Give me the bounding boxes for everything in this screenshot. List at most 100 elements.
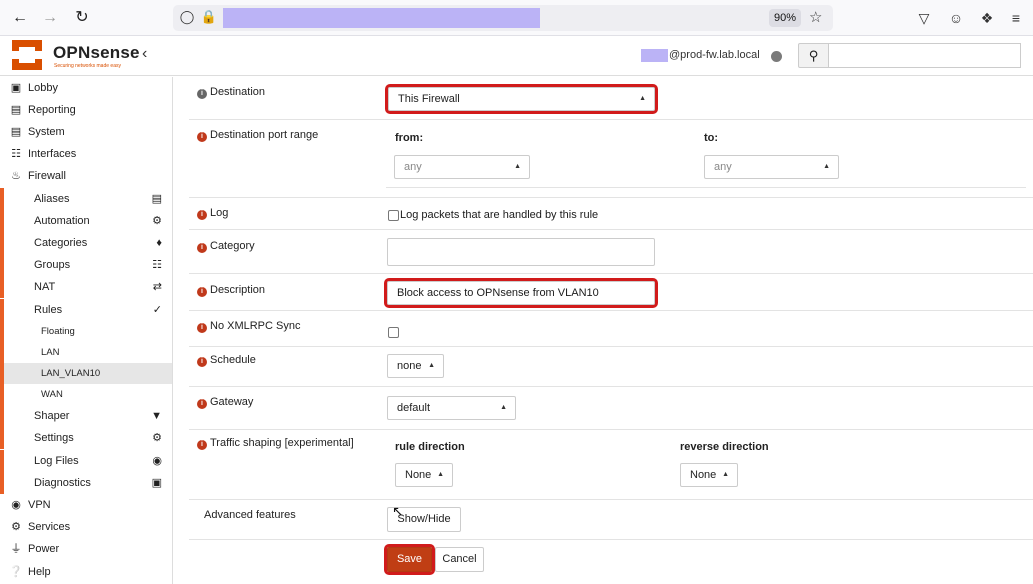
info-icon[interactable]: i [197, 323, 207, 333]
sidebar-item-log-files[interactable]: Log Files ◉ [0, 450, 172, 472]
hostname: @prod-fw.lab.local [669, 49, 760, 61]
sidebar-item-label: Categories [34, 237, 88, 249]
row-category: i Category [189, 230, 1033, 274]
sidebar-item-groups[interactable]: Groups ☷ [0, 254, 172, 276]
pocket-icon[interactable]: ▽ [914, 8, 934, 28]
info-icon[interactable]: i [197, 89, 207, 99]
chevron-left-icon[interactable]: ‹ [142, 45, 147, 63]
lock-icon[interactable]: 🔒 [200, 8, 218, 26]
reverse-direction-select[interactable]: None ▲ [680, 463, 738, 487]
sidebar-item-lan[interactable]: LAN [0, 342, 172, 363]
info-icon[interactable]: i [197, 399, 207, 409]
sidebar-item-wan[interactable]: WAN [0, 384, 172, 405]
info-icon[interactable]: i [197, 132, 207, 142]
sidebar-item-lan-vlan10[interactable]: LAN_VLAN10 [0, 363, 172, 384]
schedule-select[interactable]: none ▲ [387, 354, 444, 378]
row-no-xmlrpc-sync: i No XMLRPC Sync [189, 311, 1033, 347]
destination-label: Destination [210, 86, 266, 98]
sidebar: ▣ Lobby ▤ Reporting ▤ System ☷ Interface… [0, 77, 173, 584]
info-icon[interactable]: i [197, 243, 207, 253]
sidebar-item-reporting[interactable]: ▤ Reporting [0, 99, 172, 121]
sidebar-item-label: Rules [34, 304, 63, 316]
sidebar-item-label: Services [28, 521, 71, 533]
sidebar-item-shaper[interactable]: Shaper ▼ [0, 405, 172, 427]
row-advanced-features: Advanced features Show/Hide [189, 500, 1033, 540]
rule-direction-select[interactable]: None ▲ [395, 463, 453, 487]
sidebar-item-label: Reporting [28, 104, 76, 116]
no-xmlrpc-checkbox[interactable] [388, 327, 399, 338]
arrow-right-icon[interactable]: → [40, 8, 60, 28]
sidebar-item-interfaces[interactable]: ☷ Interfaces [0, 143, 172, 165]
sidebar-item-label: Groups [34, 259, 71, 271]
save-button[interactable]: Save [384, 544, 435, 575]
filter-icon: ▼ [151, 410, 162, 422]
app-header: OPNsense Securing networks made easy ‹ @… [0, 36, 1033, 76]
log-checkbox[interactable] [388, 210, 399, 221]
field-label: i Schedule [197, 354, 256, 367]
opnsense-logo[interactable] [9, 37, 45, 73]
sidebar-item-aliases[interactable]: Aliases ▤ [0, 188, 172, 210]
url-redacted[interactable] [223, 8, 540, 28]
account-icon[interactable]: ☺ [946, 8, 966, 28]
sidebar-item-vpn[interactable]: ◉ VPN [0, 494, 172, 516]
logo-text: OPNsense [53, 43, 140, 62]
sidebar-item-nat[interactable]: NAT ⇄ [0, 276, 172, 298]
sidebar-item-services[interactable]: ⚙ Services [0, 516, 172, 538]
port-to-select[interactable]: any ▲ [704, 155, 839, 179]
row-destination: i Destination This Firewall ▲ [189, 77, 1033, 120]
sidebar-item-automation[interactable]: Automation ⚙ [0, 210, 172, 232]
sidebar-item-label: Floating [41, 326, 75, 337]
reload-icon[interactable]: ↻ [72, 8, 92, 28]
category-label: Category [210, 240, 255, 252]
log-checkbox-label: Log packets that are handled by this rul… [400, 209, 599, 221]
search-input[interactable] [829, 43, 1021, 68]
description-input[interactable]: Block access to OPNsense from VLAN10 [384, 278, 658, 308]
sidebar-item-firewall[interactable]: ♨ Firewall [0, 165, 172, 187]
destination-value: This Firewall [398, 93, 460, 105]
address-bar[interactable]: ◯ 🔒 90% ☆ [173, 5, 833, 31]
schedule-label: Schedule [210, 354, 256, 366]
info-icon[interactable]: i [197, 210, 207, 220]
gateway-select[interactable]: default ▲ [387, 396, 516, 420]
sidebar-item-help[interactable]: ❔ Help [0, 561, 172, 583]
field-label: i No XMLRPC Sync [197, 320, 300, 333]
port-from-select[interactable]: any ▲ [394, 155, 530, 179]
fire-icon: ♨ [11, 170, 21, 182]
no-xmlrpc-label: No XMLRPC Sync [210, 320, 301, 332]
sidebar-item-floating[interactable]: Floating [0, 321, 172, 342]
sidebar-item-system[interactable]: ▤ System [0, 121, 172, 143]
username-redacted [641, 49, 668, 62]
sitemap-icon: ☷ [11, 148, 21, 160]
search-icon[interactable]: ⚲ [798, 43, 829, 68]
cancel-button[interactable]: Cancel [435, 547, 484, 572]
extensions-icon[interactable]: ❖ [977, 8, 997, 28]
status-indicator[interactable] [771, 51, 782, 62]
info-icon[interactable]: i [197, 287, 207, 297]
server-icon: ▤ [10, 126, 22, 138]
row-description: i Description Block access to OPNsense fr… [189, 274, 1033, 311]
destination-select[interactable]: This Firewall ▲ [385, 84, 658, 114]
sidebar-item-rules[interactable]: Rules ✓ [0, 299, 172, 321]
sidebar-item-diagnostics[interactable]: Diagnostics ▣ [0, 472, 172, 494]
info-icon[interactable]: i [197, 440, 207, 450]
description-label: Description [210, 284, 266, 296]
port-to-value: any [714, 161, 732, 173]
sidebar-item-power[interactable]: ⏚ Power [0, 538, 172, 560]
sidebar-item-settings[interactable]: Settings ⚙ [0, 427, 172, 449]
row-traffic-shaping: i Traffic shaping [experimental] rule dir… [189, 430, 1033, 500]
category-input[interactable] [387, 238, 655, 266]
info-icon[interactable]: i [197, 357, 207, 367]
exchange-icon: ⇄ [152, 281, 162, 293]
shield-icon[interactable]: ◯ [178, 8, 196, 26]
sidebar-item-categories[interactable]: Categories ♦ [0, 232, 172, 254]
gateway-value: default [397, 402, 431, 414]
sidebar-item-label: Interfaces [28, 148, 77, 160]
arrow-left-icon[interactable]: ← [10, 8, 30, 28]
sidebar-item-label: Shaper [34, 410, 70, 422]
sidebar-item-lobby[interactable]: ▣ Lobby [0, 77, 172, 99]
globe-icon: ◉ [11, 499, 21, 511]
hamburger-icon[interactable]: ≡ [1006, 8, 1026, 28]
star-icon[interactable]: ☆ [809, 8, 822, 28]
zoom-level[interactable]: 90% [769, 9, 801, 27]
gears-icon: ⚙ [152, 432, 162, 444]
